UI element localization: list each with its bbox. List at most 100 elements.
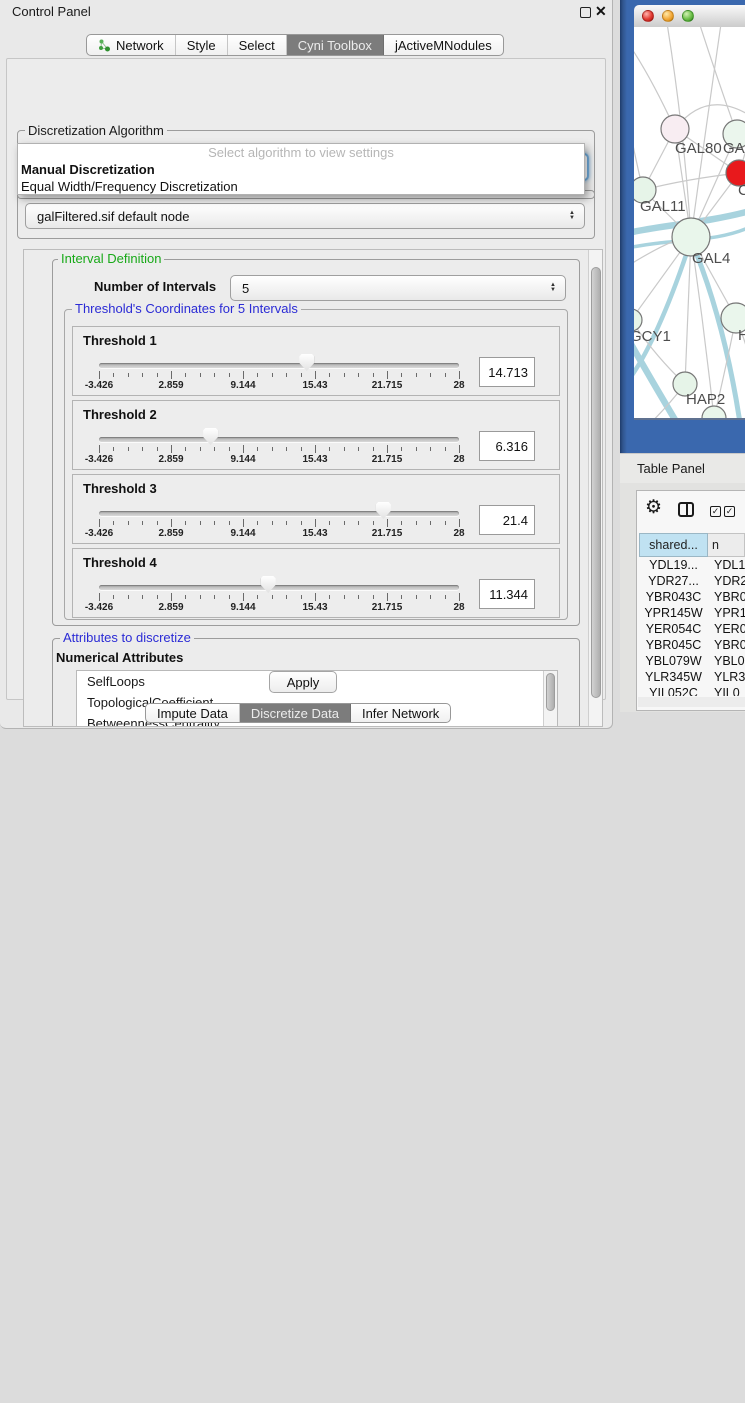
tick — [373, 373, 374, 377]
slider-track[interactable] — [99, 363, 459, 368]
table-row[interactable]: YBL079WYBL0 — [639, 653, 745, 669]
cell-name[interactable]: YDL1 — [708, 558, 745, 572]
slider-thumb[interactable] — [203, 428, 218, 445]
tab-network[interactable]: Network — [87, 35, 176, 55]
cell-shared-name[interactable]: YBL079W — [639, 654, 708, 668]
numerical-attributes-label: Numerical Attributes — [56, 650, 183, 665]
interval-definition-title: Interval Definition — [58, 252, 164, 266]
table-row[interactable]: YDL19...YDL1 — [639, 557, 745, 573]
algorithm-option-manual-discretization[interactable]: Manual Discretization — [18, 161, 584, 178]
tick — [128, 595, 129, 599]
cell-shared-name[interactable]: YLR345W — [639, 670, 708, 684]
cell-name[interactable]: YER0 — [708, 622, 745, 636]
network-canvas[interactable]: GAL80GALCGAL11GAL4GCY1HHAP2 — [634, 27, 745, 420]
tick — [171, 371, 172, 379]
tab-style[interactable]: Style — [176, 35, 228, 55]
settings-scrollbar-thumb[interactable] — [591, 267, 601, 698]
thresholds-group-title: Threshold's Coordinates for 5 Intervals — [72, 302, 301, 316]
tick — [459, 371, 460, 379]
table-hscrollbar[interactable] — [638, 697, 745, 707]
threshold-slider[interactable]: -3.4262.8599.14415.4321.71528 — [99, 327, 459, 397]
node-label: GAL80 — [675, 140, 722, 157]
close-traffic-light-icon[interactable] — [642, 10, 654, 22]
cell-shared-name[interactable]: YBR043C — [639, 590, 708, 604]
tick — [301, 595, 302, 599]
slider-track[interactable] — [99, 511, 459, 516]
apply-button[interactable]: Apply — [269, 671, 337, 693]
minimize-traffic-light-icon[interactable] — [662, 10, 674, 22]
settings-scrollbar[interactable] — [588, 250, 603, 727]
cell-shared-name[interactable]: YDL19... — [639, 558, 708, 572]
algorithm-option-equal-width-frequency-discretization[interactable]: Equal Width/Frequency Discretization — [18, 178, 584, 195]
threshold-slider[interactable]: -3.4262.8599.14415.4321.71528 — [99, 549, 459, 619]
table-data-select[interactable]: galFiltered.sif default node ▲ ▼ — [25, 203, 585, 229]
threshold-slider[interactable]: -3.4262.8599.14415.4321.71528 — [99, 475, 459, 545]
cell-name[interactable]: YIL0 — [708, 686, 745, 696]
tick — [99, 519, 100, 527]
table-row[interactable]: YBR043CYBR0 — [639, 589, 745, 605]
slider-track[interactable] — [99, 437, 459, 442]
cell-name[interactable]: YDR2 — [708, 574, 745, 588]
slider-thumb[interactable] — [261, 576, 276, 593]
cell-shared-name[interactable]: YIL052C — [639, 686, 708, 696]
cell-name[interactable]: YBR0 — [708, 638, 745, 652]
column-header-n[interactable]: n — [708, 533, 745, 557]
tick — [329, 447, 330, 451]
threshold-value[interactable]: 14.713 — [479, 357, 535, 387]
tab-cyni-toolbox[interactable]: Cyni Toolbox — [287, 35, 384, 55]
threshold-value[interactable]: 11.344 — [479, 579, 535, 609]
tick — [286, 373, 287, 377]
network-node-gal80[interactable] — [661, 115, 689, 143]
table-row[interactable]: YBR045CYBR0 — [639, 637, 745, 653]
table-row[interactable]: YIL052CYIL0 — [639, 685, 745, 696]
threshold-value[interactable]: 6.316 — [479, 431, 535, 461]
attribute-list-scrollbar-thumb[interactable] — [546, 673, 555, 711]
close-icon[interactable]: ✕ — [595, 3, 607, 20]
table-row[interactable]: YLR345WYLR3 — [639, 669, 745, 685]
table-row[interactable]: YPR145WYPR1 — [639, 605, 745, 621]
gear-icon[interactable]: ⚙ — [645, 498, 662, 517]
tick — [171, 519, 172, 527]
cell-name[interactable]: YBL0 — [708, 654, 745, 668]
tab-discretize-data[interactable]: Discretize Data — [240, 704, 351, 722]
cell-name[interactable]: YPR1 — [708, 606, 745, 620]
table-row[interactable]: YER054CYER0 — [639, 621, 745, 637]
cell-shared-name[interactable]: YPR145W — [639, 606, 708, 620]
tab-select[interactable]: Select — [228, 35, 287, 55]
number-of-intervals-select[interactable]: 5 ▲ ▼ — [230, 275, 566, 301]
cell-name[interactable]: YBR0 — [708, 590, 745, 604]
checkbox-icon[interactable]: ✓ — [710, 506, 721, 517]
slider-track[interactable] — [99, 585, 459, 590]
cell-name[interactable]: YLR3 — [708, 670, 745, 684]
cell-shared-name[interactable]: YER054C — [639, 622, 708, 636]
algorithm-group-title: Discretization Algorithm — [25, 124, 167, 138]
zoom-traffic-light-icon[interactable] — [682, 10, 694, 22]
cell-shared-name[interactable]: YDR27... — [639, 574, 708, 588]
tick — [358, 447, 359, 451]
tick — [200, 447, 201, 451]
cell-shared-name[interactable]: YBR045C — [639, 638, 708, 652]
tick — [185, 447, 186, 451]
table-row[interactable]: YDR27...YDR2 — [639, 573, 745, 589]
slider-thumb[interactable] — [376, 502, 391, 519]
tick — [387, 371, 388, 379]
tab-infer-network[interactable]: Infer Network — [351, 704, 450, 722]
tick — [142, 595, 143, 599]
spinner-down-icon: ▼ — [550, 288, 556, 293]
attribute-list-scrollbar[interactable] — [543, 671, 557, 727]
tick — [200, 595, 201, 599]
algorithm-popup-options: Manual DiscretizationEqual Width/Frequen… — [18, 161, 584, 195]
threshold-value[interactable]: 21.4 — [479, 505, 535, 535]
columns-icon[interactable] — [678, 502, 694, 517]
checkbox-icon[interactable]: ✓ — [724, 506, 735, 517]
float-window-icon[interactable] — [580, 7, 591, 18]
tick — [430, 521, 431, 525]
tab-jactivemnodules[interactable]: jActiveMNodules — [384, 35, 503, 55]
slider-thumb[interactable] — [299, 354, 314, 371]
network-graph[interactable]: GAL80GALCGAL11GAL4GCY1HHAP2 — [634, 27, 745, 418]
tick-label: 15.43 — [287, 602, 343, 613]
tab-impute-data[interactable]: Impute Data — [146, 704, 240, 722]
tick — [229, 373, 230, 377]
column-header-shared-[interactable]: shared... — [639, 533, 708, 557]
threshold-slider[interactable]: -3.4262.8599.14415.4321.71528 — [99, 401, 459, 471]
